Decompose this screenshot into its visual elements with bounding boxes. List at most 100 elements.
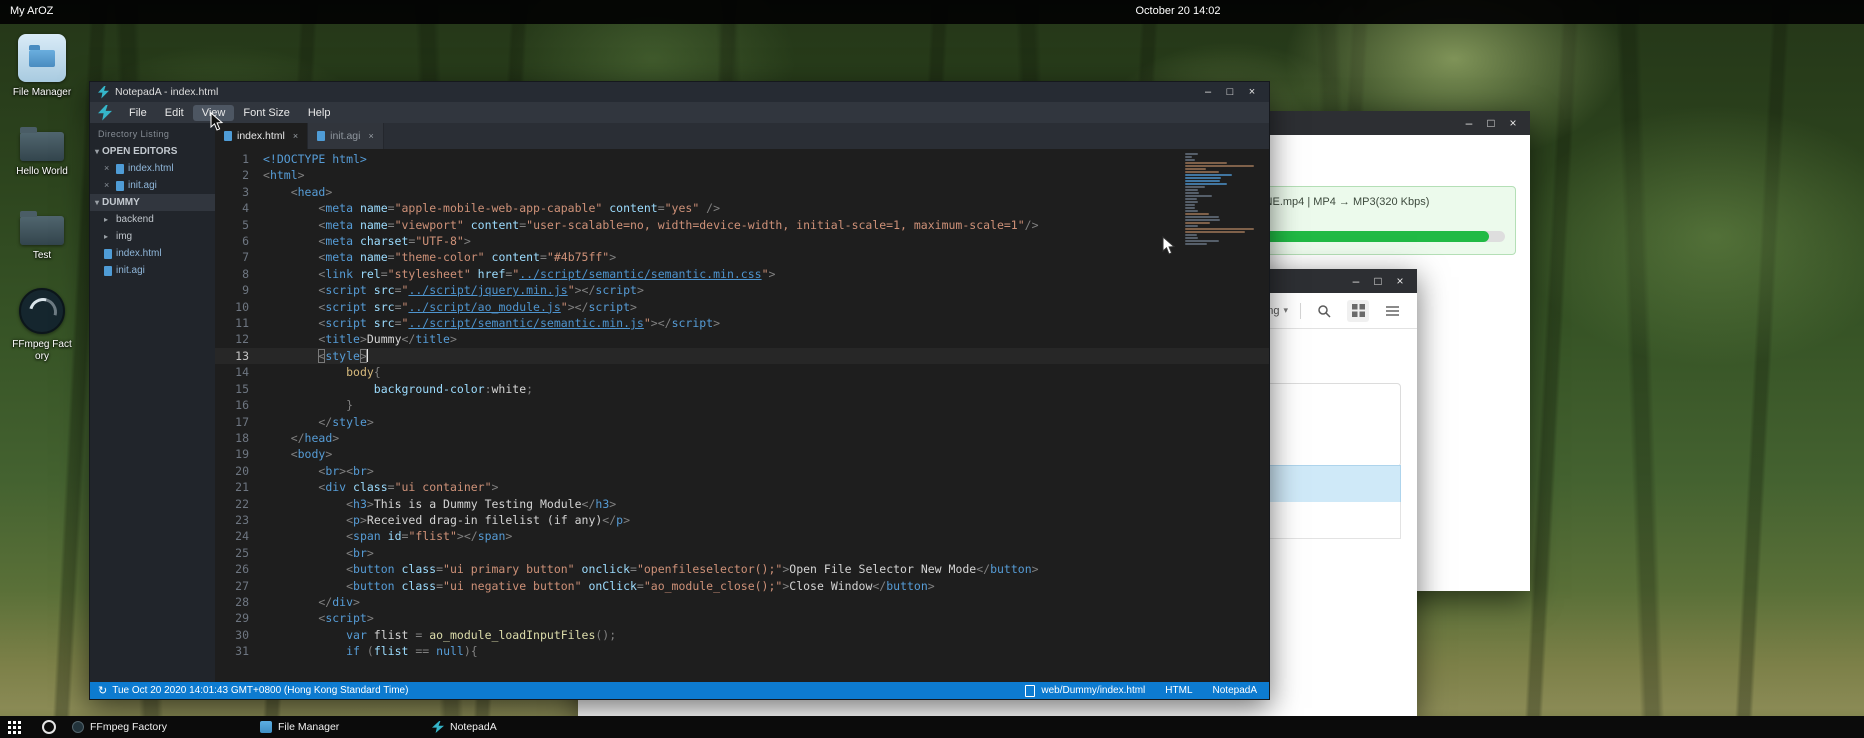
section-open-editors[interactable]: ▾OPEN EDITORS	[90, 143, 215, 160]
open-editor-item-initagi[interactable]: × init.agi	[90, 177, 215, 194]
line-number: 21	[215, 479, 263, 495]
code-line[interactable]: 27 <button class="ui negative button" on…	[215, 578, 1269, 594]
sidebar: Directory Listing ▾OPEN EDITORS × index.…	[90, 123, 215, 682]
code-line[interactable]: 7 <meta name="theme-color" content="#4b7…	[215, 249, 1269, 265]
code-line[interactable]: 19 <body>	[215, 446, 1269, 462]
minimap-line	[1185, 195, 1212, 197]
code-line[interactable]: 12 <title>Dummy</title>	[215, 331, 1269, 347]
close-button[interactable]: ×	[1391, 272, 1409, 290]
minimap-line	[1185, 153, 1198, 155]
minimap-line	[1185, 156, 1192, 158]
code-line[interactable]: 17 </style>	[215, 414, 1269, 430]
close-button[interactable]: ×	[1504, 114, 1522, 132]
menu-edit[interactable]: Edit	[156, 105, 193, 121]
menu-view[interactable]: View	[193, 105, 235, 121]
code-line[interactable]: 18 </head>	[215, 430, 1269, 446]
tab-indexhtml[interactable]: index.html ×	[215, 123, 308, 149]
aroz-logo-icon[interactable]	[42, 720, 56, 734]
code-line[interactable]: 20 <br><br>	[215, 463, 1269, 479]
line-number: 11	[215, 315, 263, 331]
close-icon[interactable]: ×	[293, 131, 298, 141]
line-number: 13	[215, 348, 263, 364]
menu-help[interactable]: Help	[299, 105, 340, 121]
open-editor-item-indexhtml[interactable]: × index.html	[90, 160, 215, 177]
top-bar: My ArOZ October 20 14:02	[0, 0, 1864, 24]
list-view-icon[interactable]	[1381, 300, 1403, 322]
code-line[interactable]: 31 if (flist == null){	[215, 643, 1269, 659]
line-number: 8	[215, 266, 263, 282]
task-ffmpeg-factory[interactable]: FFmpeg Factory	[66, 716, 173, 738]
start-button[interactable]	[8, 721, 21, 734]
file-item-indexhtml[interactable]: index.html	[90, 245, 215, 262]
menu-font-size[interactable]: Font Size	[234, 105, 298, 121]
code-line[interactable]: 21 <div class="ui container">	[215, 479, 1269, 495]
desktop-icon-file-manager[interactable]: File Manager	[10, 34, 74, 99]
minimize-button[interactable]: –	[1347, 272, 1365, 290]
search-icon[interactable]	[1313, 300, 1335, 322]
minimap-line	[1185, 228, 1254, 230]
aroz-menu-button[interactable]: My ArOZ	[10, 5, 53, 17]
task-notepada[interactable]: NotepadA	[426, 716, 503, 738]
code-line[interactable]: 4 <meta name="apple-mobile-web-app-capab…	[215, 200, 1269, 216]
toolbar-separator	[1300, 303, 1301, 319]
maximize-button[interactable]: □	[1482, 114, 1500, 132]
folder-name: backend	[116, 211, 154, 228]
window-controls: – □ ×	[1347, 272, 1417, 290]
code-line[interactable]: 2<html>	[215, 167, 1269, 183]
menu-file[interactable]: File	[120, 105, 156, 121]
minimap-line	[1185, 186, 1205, 188]
file-name: init.agi	[116, 262, 145, 279]
code-line[interactable]: 6 <meta charset="UTF-8">	[215, 233, 1269, 249]
folder-name: img	[116, 228, 132, 245]
close-button[interactable]: ×	[1243, 84, 1261, 100]
grid-view-icon[interactable]	[1347, 300, 1369, 322]
task-file-manager[interactable]: File Manager	[254, 716, 345, 738]
close-icon[interactable]: ×	[368, 131, 373, 141]
minimap-line	[1185, 240, 1219, 242]
code-line[interactable]: 29 <script>	[215, 610, 1269, 626]
close-icon[interactable]: ×	[104, 160, 112, 177]
code-line[interactable]: 14 body{	[215, 364, 1269, 380]
code-line[interactable]: 24 <span id="flist"></span>	[215, 528, 1269, 544]
tab-initagi[interactable]: init.agi ×	[308, 123, 384, 149]
line-number: 31	[215, 643, 263, 659]
code-line[interactable]: 25 <br>	[215, 545, 1269, 561]
minimize-button[interactable]: –	[1460, 114, 1478, 132]
maximize-button[interactable]: □	[1369, 272, 1387, 290]
code-line[interactable]: 9 <script src="../script/jquery.min.js">…	[215, 282, 1269, 298]
code-line[interactable]: 16 }	[215, 397, 1269, 413]
code-line[interactable]: 10 <script src="../script/ao_module.js">…	[215, 299, 1269, 315]
code-line[interactable]: 26 <button class="ui primary button" onc…	[215, 561, 1269, 577]
code-line[interactable]: 8 <link rel="stylesheet" href="../script…	[215, 266, 1269, 282]
section-dummy-folder[interactable]: ▾DUMMY	[90, 194, 215, 211]
notepada-titlebar[interactable]: NotepadA - index.html – □ ×	[90, 82, 1269, 102]
editor: index.html × init.agi × 1<!DOCTYPE html>…	[215, 123, 1269, 682]
code-line[interactable]: 13 <style>	[215, 348, 1269, 364]
file-icon	[317, 131, 325, 141]
folder-item-img[interactable]: ▸ img	[90, 228, 215, 245]
minimize-button[interactable]: –	[1199, 84, 1217, 100]
code-line[interactable]: 11 <script src="../script/semantic/seman…	[215, 315, 1269, 331]
line-number: 16	[215, 397, 263, 413]
folder-item-backend[interactable]: ▸ backend	[90, 211, 215, 228]
close-icon[interactable]: ×	[104, 177, 112, 194]
code-line[interactable]: 3 <head>	[215, 184, 1269, 200]
minimap-line	[1185, 168, 1206, 170]
code-area[interactable]: 1<!DOCTYPE html>2<html>3 <head>4 <meta n…	[215, 149, 1269, 682]
code-line[interactable]: 22 <h3>This is a Dummy Testing Module</h…	[215, 496, 1269, 512]
code-line[interactable]: 5 <meta name="viewport" content="user-sc…	[215, 217, 1269, 233]
code-line[interactable]: 15 background-color:white;	[215, 381, 1269, 397]
maximize-button[interactable]: □	[1221, 84, 1239, 100]
line-number: 6	[215, 233, 263, 249]
minimap-line	[1185, 222, 1210, 224]
code-line[interactable]: 28 </div>	[215, 594, 1269, 610]
file-icon	[224, 131, 232, 141]
desktop-icon-hello-world[interactable]: Hello World	[10, 126, 74, 178]
file-item-initagi[interactable]: init.agi	[90, 262, 215, 279]
code-line[interactable]: 1<!DOCTYPE html>	[215, 151, 1269, 167]
code-line[interactable]: 30 var flist = ao_module_loadInputFiles(…	[215, 627, 1269, 643]
desktop-icon-ffmpeg-factory[interactable]: FFmpeg Factory	[10, 288, 74, 363]
minimap[interactable]	[1185, 153, 1257, 246]
code-line[interactable]: 23 <p>Received drag-in filelist (if any)…	[215, 512, 1269, 528]
desktop-icon-test[interactable]: Test	[10, 210, 74, 262]
